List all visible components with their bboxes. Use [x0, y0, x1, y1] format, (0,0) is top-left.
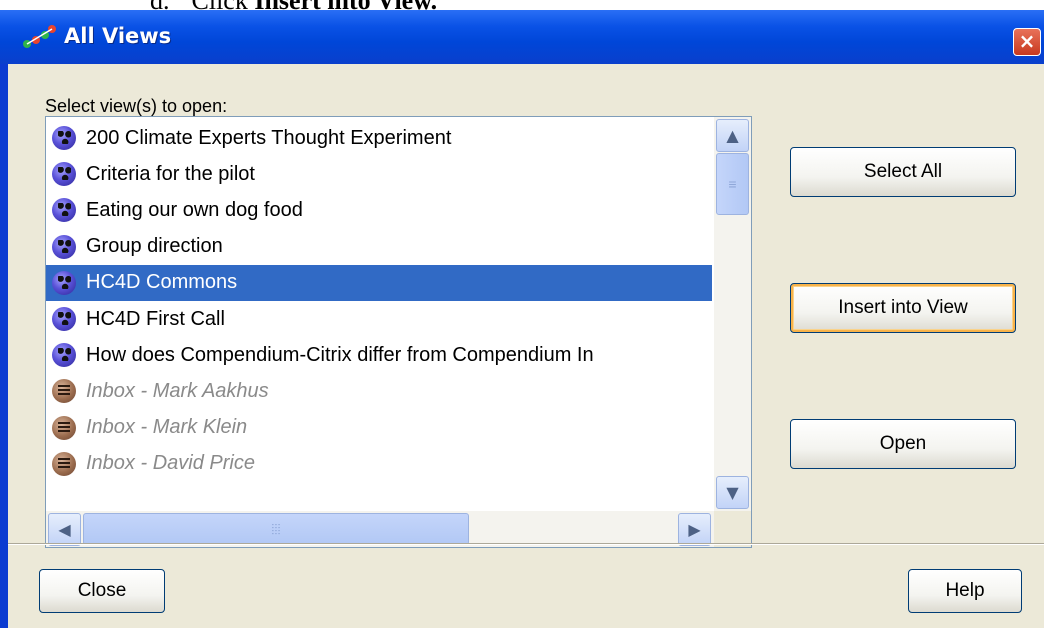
vertical-scrollbar[interactable]: ▲ ≡ ▼ [714, 117, 751, 511]
list-item[interactable]: HC4D Commons [46, 264, 712, 301]
scroll-up-icon[interactable]: ▲ [716, 119, 749, 152]
horizontal-scroll-thumb[interactable]: ⦙⦙⦙ [83, 513, 469, 545]
list-item[interactable]: Inbox - Mark Aakhus [46, 373, 712, 409]
list-item-label: Inbox - Mark Klein [86, 416, 248, 439]
list-item[interactable]: Inbox - David Price [46, 446, 712, 482]
separator [8, 543, 1044, 545]
list-item-label: Inbox - Mark Aakhus [86, 379, 269, 402]
list-item-label: Inbox - David Price [86, 452, 255, 475]
help-button[interactable]: Help [908, 569, 1022, 613]
list-item[interactable]: Inbox - Mark Klein [46, 410, 712, 446]
scroll-right-icon[interactable]: ▶ [678, 513, 711, 546]
inbox-icon [52, 451, 76, 476]
list-item-label: Group direction [86, 235, 223, 258]
list-item[interactable]: How does Compendium-Citrix differ from C… [46, 337, 712, 373]
map-icon [52, 234, 76, 259]
list-item-label: Eating our own dog food [86, 198, 303, 221]
horizontal-scrollbar[interactable]: ◀ ⦙⦙⦙ ▶ [46, 511, 714, 547]
inbox-icon [52, 379, 76, 404]
list-item[interactable]: Eating our own dog food [46, 192, 712, 228]
title-bar[interactable]: All Views × [0, 10, 1044, 64]
list-item[interactable]: HC4D First Call [46, 301, 712, 337]
scrollbar-corner [714, 511, 751, 547]
scroll-left-icon[interactable]: ◀ [48, 513, 81, 546]
list-item-label: Criteria for the pilot [86, 162, 255, 185]
map-icon [52, 162, 76, 187]
map-icon [52, 198, 76, 223]
views-list[interactable]: 200 Climate Experts Thought Experiment Cr… [45, 116, 752, 548]
window-title: All Views [64, 24, 172, 48]
all-views-dialog: All Views × Select view(s) to open: 200 … [0, 10, 1044, 628]
select-all-button[interactable]: Select All [790, 147, 1016, 197]
map-icon [52, 270, 76, 295]
list-item-label: HC4D First Call [86, 307, 225, 330]
select-views-label: Select view(s) to open: [45, 96, 228, 116]
list-item[interactable]: 200 Climate Experts Thought Experiment [46, 120, 712, 156]
app-icon [23, 25, 56, 48]
map-icon [52, 307, 76, 331]
scroll-down-icon[interactable]: ▼ [716, 476, 749, 509]
open-button[interactable]: Open [790, 419, 1016, 469]
map-icon [52, 343, 76, 368]
close-button[interactable]: Close [39, 569, 165, 613]
views-list-items: 200 Climate Experts Thought Experiment Cr… [46, 117, 714, 511]
vertical-scroll-thumb[interactable]: ≡ [716, 153, 749, 215]
insert-into-view-button[interactable]: Insert into View [790, 283, 1016, 333]
list-item-label: How does Compendium-Citrix differ from C… [86, 343, 594, 366]
map-icon [52, 126, 76, 150]
list-item[interactable]: Criteria for the pilot [46, 156, 712, 192]
inbox-icon [52, 415, 76, 440]
close-icon[interactable]: × [1013, 28, 1041, 56]
dialog-body: Select view(s) to open: 200 Climate Expe… [8, 64, 1044, 628]
list-item-label: 200 Climate Experts Thought Experiment [86, 126, 452, 149]
list-item-label: HC4D Commons [86, 271, 238, 294]
list-item[interactable]: Group direction [46, 229, 712, 265]
